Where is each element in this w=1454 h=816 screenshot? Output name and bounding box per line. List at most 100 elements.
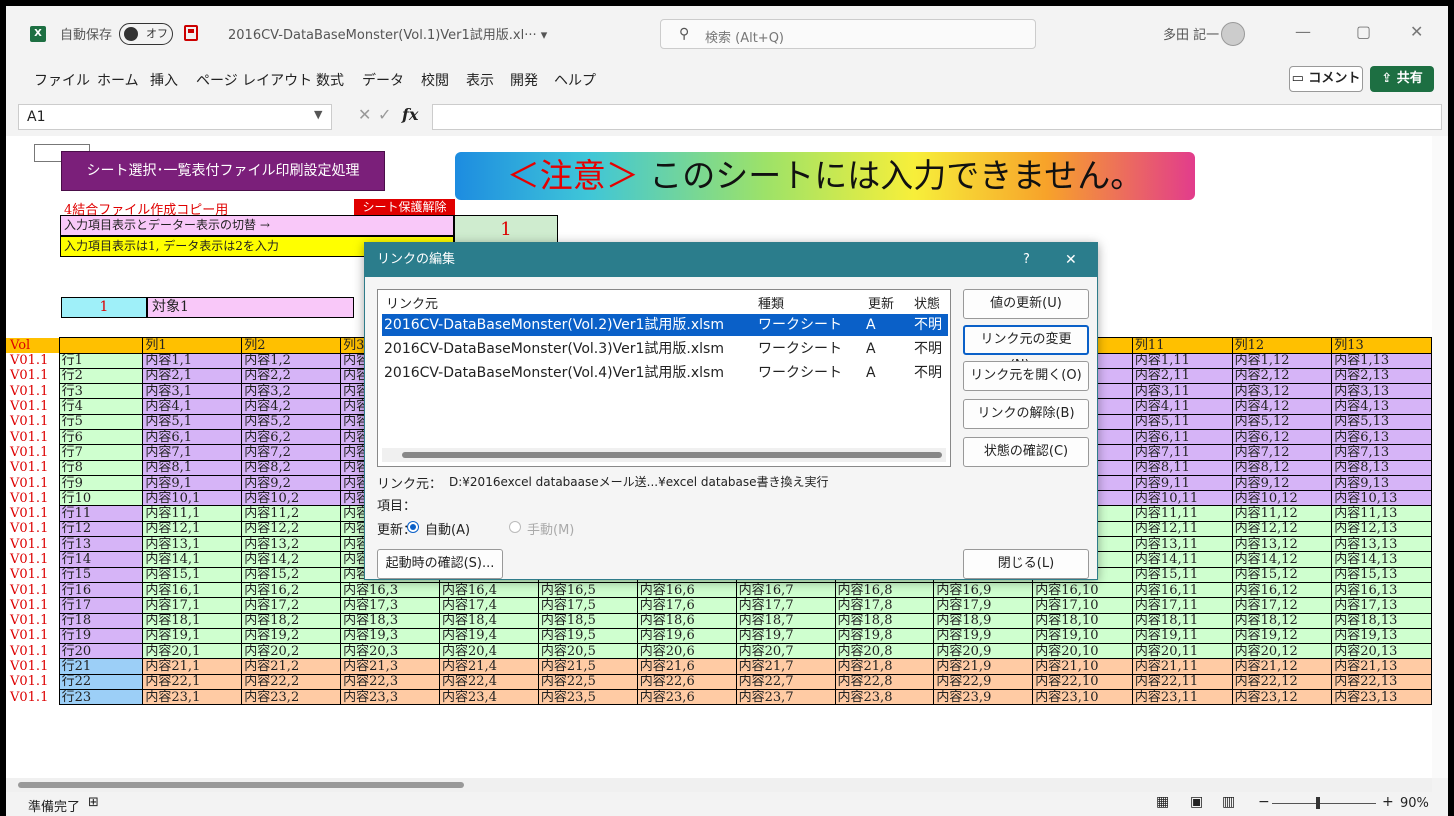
data-cell[interactable]: 内容6,13: [1331, 428, 1432, 446]
data-cell[interactable]: 内容1,13: [1331, 352, 1432, 369]
name-box[interactable]: A1: [18, 104, 332, 130]
data-cell[interactable]: 内容16,4: [439, 581, 539, 599]
update-values-button[interactable]: 値の更新(U): [963, 289, 1089, 319]
data-cell[interactable]: 内容22,8: [834, 673, 935, 691]
data-cell[interactable]: 内容17,1: [142, 597, 243, 614]
data-cell[interactable]: 内容4,11: [1131, 398, 1233, 415]
row-header[interactable]: 行21: [58, 658, 144, 675]
data-cell[interactable]: 内容20,7: [735, 643, 836, 660]
data-cell[interactable]: 内容9,1: [142, 474, 243, 492]
vol-cell[interactable]: V01.1: [6, 383, 60, 399]
data-cell[interactable]: 内容22,1: [142, 673, 243, 691]
data-cell[interactable]: 内容19,8: [834, 627, 935, 645]
data-cell[interactable]: 内容20,5: [537, 643, 638, 660]
tab-page-layout[interactable]: ページ レイアウト: [196, 70, 312, 90]
data-cell[interactable]: 内容23,1: [142, 689, 243, 706]
data-cell[interactable]: 内容16,12: [1231, 581, 1333, 599]
data-cell[interactable]: 内容10,2: [241, 490, 342, 507]
tab-developer[interactable]: 開発: [510, 70, 538, 90]
data-cell[interactable]: 内容17,2: [241, 597, 342, 614]
data-cell[interactable]: 内容23,10: [1032, 689, 1133, 706]
data-cell[interactable]: 内容5,13: [1331, 413, 1432, 430]
chevron-down-icon[interactable]: ▼: [314, 108, 322, 121]
data-cell[interactable]: 内容19,3: [340, 627, 441, 645]
data-cell[interactable]: 内容21,10: [1032, 658, 1133, 675]
vol-cell[interactable]: V01.1: [6, 368, 60, 384]
data-cell[interactable]: 内容19,1: [142, 627, 243, 645]
data-cell[interactable]: 内容18,3: [340, 612, 441, 629]
autosave-toggle[interactable]: オフ: [119, 23, 173, 45]
vol-cell[interactable]: V01.1: [6, 353, 60, 369]
vertical-scrollbar[interactable]: [1432, 136, 1448, 778]
data-cell[interactable]: 内容22,9: [933, 673, 1034, 691]
data-cell[interactable]: 内容19,10: [1032, 627, 1133, 645]
row-header[interactable]: 行4: [58, 398, 144, 415]
row-header[interactable]: 行20: [58, 643, 144, 660]
data-cell[interactable]: 内容22,10: [1032, 673, 1133, 691]
data-cell[interactable]: 内容20,11: [1131, 643, 1233, 660]
tab-review[interactable]: 校閲: [421, 70, 449, 90]
check-icon[interactable]: ✓: [378, 105, 391, 124]
data-cell[interactable]: 内容18,1: [142, 612, 243, 629]
scroll-thumb[interactable]: [18, 782, 464, 788]
data-cell[interactable]: 内容21,3: [340, 658, 441, 675]
data-cell[interactable]: 内容17,5: [537, 597, 638, 614]
row-header[interactable]: 行6: [58, 428, 144, 446]
data-cell[interactable]: 内容17,8: [834, 597, 935, 614]
data-cell[interactable]: 内容19,13: [1331, 627, 1432, 645]
data-cell[interactable]: 内容15,1: [142, 566, 243, 583]
data-cell[interactable]: 内容19,2: [241, 627, 342, 645]
cancel-icon[interactable]: ✕: [358, 105, 371, 124]
page-layout-view-icon[interactable]: ▣: [1190, 794, 1203, 810]
vol-cell[interactable]: V01.1: [6, 460, 60, 476]
link-row[interactable]: 2016CV-DataBaseMonster(Vol.3)Ver1試用版.xls…: [382, 338, 948, 360]
data-cell[interactable]: 内容2,13: [1331, 367, 1432, 385]
data-cell[interactable]: 内容18,6: [636, 612, 737, 629]
row-header[interactable]: 行8: [58, 459, 144, 476]
data-cell[interactable]: 内容13,12: [1231, 536, 1333, 553]
data-cell[interactable]: 内容19,5: [537, 627, 638, 645]
data-cell[interactable]: 内容20,10: [1032, 643, 1133, 660]
data-cell[interactable]: 内容1,11: [1131, 352, 1233, 369]
vol-cell[interactable]: V01.1: [6, 521, 60, 537]
data-cell[interactable]: 内容17,12: [1231, 597, 1333, 614]
data-cell[interactable]: 内容13,1: [142, 536, 243, 553]
horizontal-scrollbar[interactable]: [6, 778, 1432, 792]
data-cell[interactable]: 内容22,12: [1231, 673, 1333, 691]
vol-header[interactable]: Vol: [6, 337, 60, 353]
data-cell[interactable]: 内容22,5: [537, 673, 638, 691]
data-cell[interactable]: 内容16,1: [142, 581, 243, 599]
data-cell[interactable]: 内容19,9: [933, 627, 1034, 645]
corner-cell[interactable]: [58, 337, 144, 354]
data-cell[interactable]: 内容4,13: [1331, 398, 1432, 415]
data-cell[interactable]: 内容23,13: [1331, 689, 1432, 706]
data-cell[interactable]: 内容23,11: [1131, 689, 1233, 706]
data-cell[interactable]: 内容2,2: [241, 367, 342, 385]
row-header[interactable]: 行2: [58, 367, 144, 385]
data-cell[interactable]: 内容11,11: [1131, 505, 1233, 522]
data-cell[interactable]: 内容13,11: [1131, 536, 1233, 553]
data-cell[interactable]: 内容14,1: [142, 551, 243, 568]
data-cell[interactable]: 内容7,13: [1331, 444, 1432, 461]
data-cell[interactable]: 内容15,13: [1331, 566, 1432, 583]
vol-cell[interactable]: V01.1: [6, 414, 60, 430]
data-cell[interactable]: 内容19,11: [1131, 627, 1233, 645]
data-cell[interactable]: 内容16,2: [241, 581, 342, 599]
vol-cell[interactable]: V01.1: [6, 475, 60, 491]
data-cell[interactable]: 内容19,6: [636, 627, 737, 645]
data-cell[interactable]: 内容7,1: [142, 444, 243, 461]
row-header[interactable]: 行1: [58, 352, 144, 369]
data-cell[interactable]: 内容23,5: [537, 689, 638, 706]
data-cell[interactable]: 内容4,2: [241, 398, 342, 415]
row-header[interactable]: 行13: [58, 536, 144, 553]
save-icon[interactable]: [184, 25, 198, 41]
data-cell[interactable]: 内容6,11: [1131, 428, 1233, 446]
data-cell[interactable]: 内容16,10: [1032, 581, 1133, 599]
data-cell[interactable]: 内容11,13: [1331, 505, 1432, 522]
row-header[interactable]: 行22: [58, 673, 144, 691]
data-cell[interactable]: 内容19,7: [735, 627, 836, 645]
data-cell[interactable]: 内容19,12: [1231, 627, 1333, 645]
column-header[interactable]: 列13: [1331, 337, 1432, 354]
data-cell[interactable]: 内容20,1: [142, 643, 243, 660]
vol-cell[interactable]: V01.1: [6, 551, 60, 568]
